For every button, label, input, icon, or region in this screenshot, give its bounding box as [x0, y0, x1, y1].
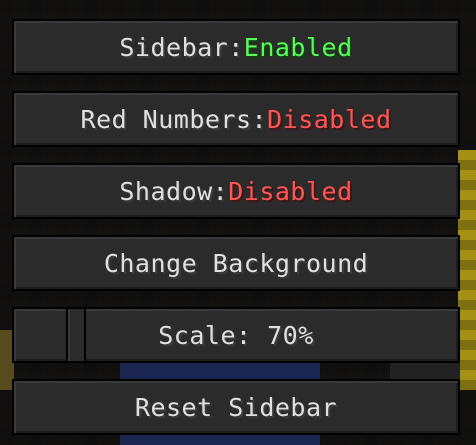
background-scenery: [458, 150, 476, 390]
red-numbers-toggle-label: Red Numbers:: [80, 104, 268, 134]
sidebar-toggle-value: Enabled: [243, 32, 353, 62]
shadow-toggle-button[interactable]: Shadow: Disabled: [12, 163, 460, 219]
change-background-label: Change Background: [103, 248, 369, 278]
sidebar-toggle-button[interactable]: Sidebar: Enabled: [12, 19, 460, 75]
reset-sidebar-button[interactable]: Reset Sidebar: [12, 379, 460, 435]
shadow-toggle-value: Disabled: [228, 176, 353, 206]
red-numbers-toggle-button[interactable]: Red Numbers: Disabled: [12, 91, 460, 147]
scale-slider-handle[interactable]: [66, 309, 86, 361]
scale-slider-label: Scale: 70%: [158, 320, 314, 350]
red-numbers-toggle-value: Disabled: [267, 104, 392, 134]
reset-sidebar-label: Reset Sidebar: [134, 392, 338, 422]
scale-slider[interactable]: Scale: 70%: [12, 307, 460, 363]
shadow-toggle-label: Shadow:: [119, 176, 229, 206]
change-background-button[interactable]: Change Background: [12, 235, 460, 291]
sidebar-toggle-label: Sidebar:: [119, 32, 244, 62]
